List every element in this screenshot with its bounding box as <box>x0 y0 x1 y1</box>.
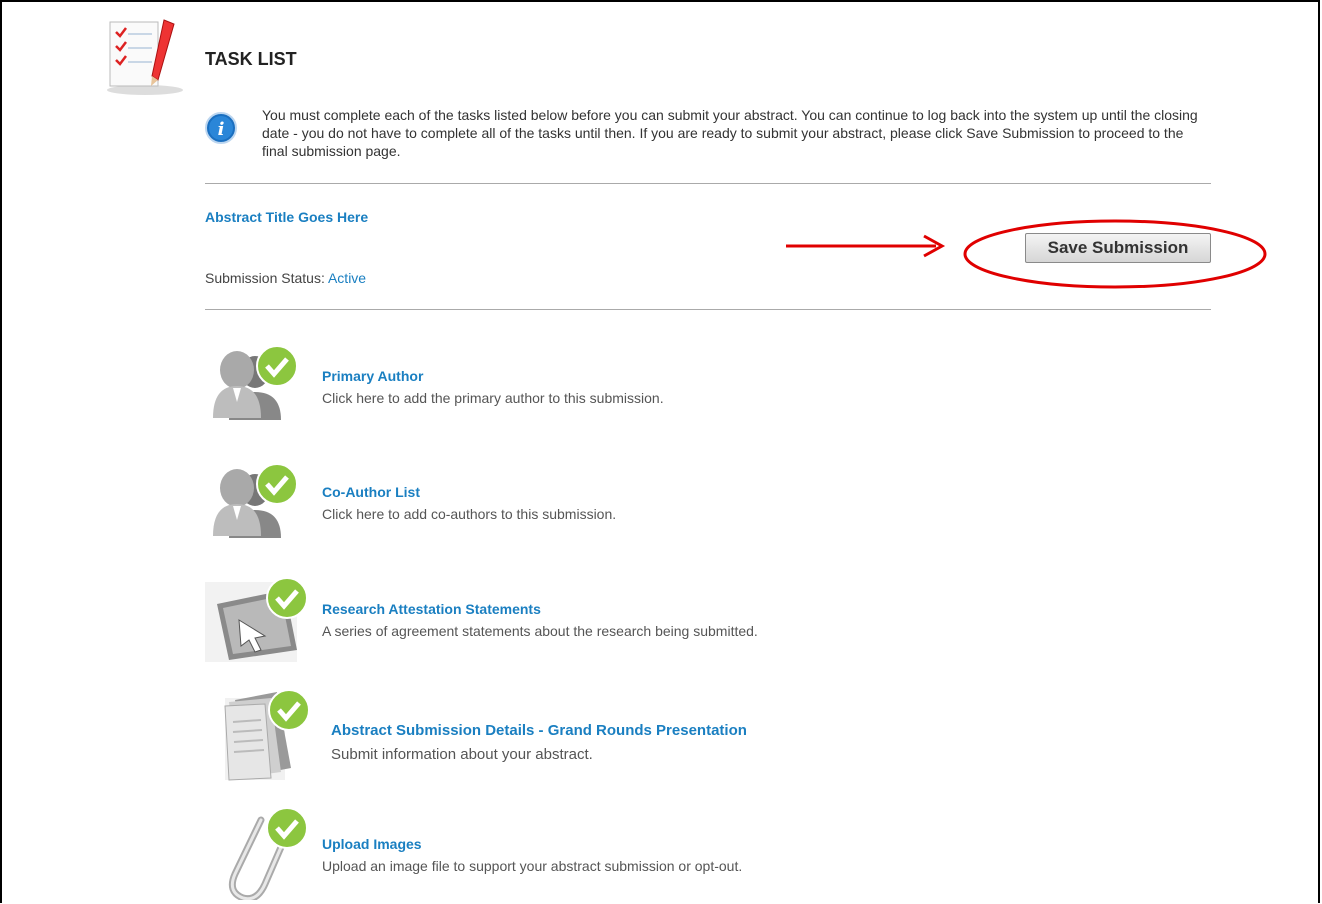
task-item-research-attestation[interactable]: Research Attestation Statements A series… <box>205 574 1005 674</box>
task-item-abstract-details[interactable]: Abstract Submission Details - Grand Roun… <box>205 688 1005 788</box>
annotation-arrow <box>786 234 946 258</box>
status-value: Active <box>327 270 367 286</box>
documents-icon <box>224 689 310 781</box>
task-title[interactable]: Co-Author List <box>322 484 420 500</box>
task-title[interactable]: Primary Author <box>322 368 423 384</box>
task-list-icon <box>107 19 183 95</box>
task-description: A series of agreement statements about t… <box>322 623 758 639</box>
task-item-primary-author[interactable]: Primary Author Click here to add the pri… <box>205 340 1005 440</box>
task-item-upload-images[interactable]: Upload Images Upload an image file to su… <box>205 804 1005 904</box>
task-title[interactable]: Upload Images <box>322 836 422 852</box>
page-title: TASK LIST <box>205 49 297 69</box>
divider <box>205 183 1211 184</box>
task-description: Click here to add co-authors to this sub… <box>322 506 617 522</box>
info-icon: i <box>205 112 237 144</box>
co-author-icon <box>213 463 298 538</box>
submission-status: Submission Status: Active <box>205 270 366 286</box>
task-title[interactable]: Research Attestation Statements <box>322 601 541 617</box>
divider <box>205 309 1211 310</box>
annotation-ellipse <box>963 219 1267 289</box>
task-description: Submit information about your abstract. <box>331 746 593 763</box>
svg-text:i: i <box>218 119 225 140</box>
task-description: Upload an image file to support your abs… <box>322 858 743 874</box>
paperclip-icon <box>228 807 308 900</box>
task-item-co-author-list[interactable]: Co-Author List Click here to add co-auth… <box>205 458 1005 558</box>
abstract-title-link[interactable]: Abstract Title Goes Here <box>205 209 368 225</box>
task-description: Click here to add the primary author to … <box>322 390 664 406</box>
task-title[interactable]: Abstract Submission Details - Grand Roun… <box>331 722 747 739</box>
info-message: You must complete each of the tasks list… <box>262 107 1198 159</box>
primary-author-icon <box>213 345 298 420</box>
status-label: Submission Status: <box>205 270 325 286</box>
attestation-icon <box>205 577 308 662</box>
